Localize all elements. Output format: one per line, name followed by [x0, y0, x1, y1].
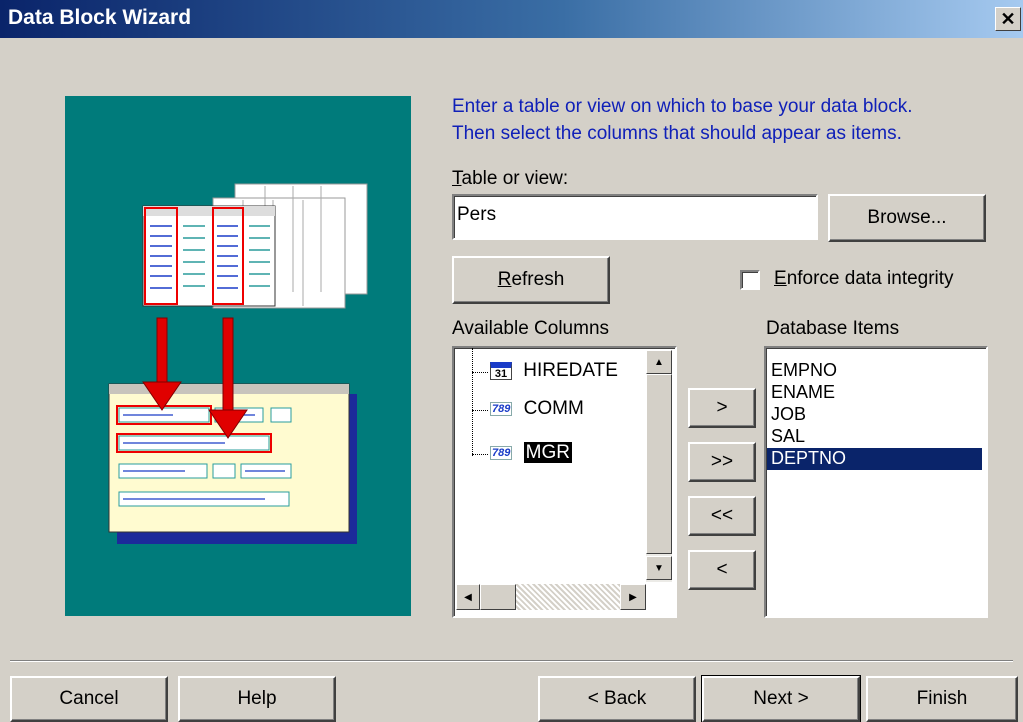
arrow-down-icon: ▼ [654, 562, 664, 574]
add-all-columns-button[interactable]: >> [688, 442, 756, 482]
tree-item-label: HIREDATE [523, 360, 618, 381]
instruction-line-1: Enter a table or view on which to base y… [452, 96, 913, 117]
horizontal-scroll-thumb[interactable] [480, 584, 516, 610]
window-title: Data Block Wizard [8, 6, 192, 29]
tree-connector [472, 372, 488, 373]
available-columns-tree[interactable]: 31 HIREDATE 789 COMM 789 MGR ▲ ▼ ◀ ▶ [452, 346, 677, 618]
remove-all-columns-button[interactable]: << [688, 496, 756, 536]
cancel-button[interactable]: Cancel [10, 676, 168, 722]
list-item[interactable]: ENAME [771, 382, 835, 403]
table-or-view-value: Pers [457, 204, 497, 225]
close-icon: ✕ [1000, 9, 1016, 29]
scroll-right-button[interactable]: ▶ [620, 584, 646, 610]
tree-item-comm[interactable]: 789 COMM [490, 398, 584, 420]
vertical-scroll-thumb[interactable] [646, 374, 672, 554]
tree-connector [472, 454, 488, 455]
enforce-integrity-checkbox[interactable] [740, 270, 760, 290]
finish-button[interactable]: Finish [866, 676, 1018, 722]
refresh-button[interactable]: Refresh [452, 256, 610, 304]
tree-item-mgr[interactable]: 789 MGR [490, 442, 572, 464]
scroll-left-button[interactable]: ◀ [456, 584, 480, 610]
add-column-button[interactable]: > [688, 388, 756, 428]
tree-connector [472, 348, 474, 456]
tree-item-label-selected: MGR [523, 442, 572, 463]
scroll-down-button[interactable]: ▼ [646, 556, 672, 580]
arrow-up-icon: ▲ [654, 356, 664, 368]
data-block-illustration [108, 183, 368, 544]
list-item[interactable]: SAL [771, 426, 805, 447]
list-item[interactable]: JOB [771, 404, 806, 425]
table-or-view-input[interactable]: Pers [452, 194, 818, 240]
list-item[interactable]: EMPNO [771, 360, 837, 381]
tree-connector [472, 410, 488, 411]
table-or-view-label: Table or view: [452, 168, 569, 189]
list-item-selected[interactable]: DEPTNO [767, 448, 982, 470]
database-items-heading: Database Items [766, 318, 900, 339]
tree-item-label: COMM [523, 398, 584, 419]
enforce-integrity-label[interactable]: Enforce data integrity [774, 268, 954, 290]
table-sheets-graphic [142, 183, 368, 309]
arrow-right-icon: ▶ [629, 591, 637, 603]
database-items-list[interactable]: EMPNO ENAME JOB SAL DEPTNO [764, 346, 988, 618]
help-button[interactable]: Help [178, 676, 336, 722]
calendar-icon: 31 [490, 361, 512, 380]
footer-separator-highlight [10, 661, 1013, 662]
scroll-up-button[interactable]: ▲ [646, 350, 672, 374]
close-button[interactable]: ✕ [995, 7, 1021, 31]
next-button[interactable]: Next > [701, 675, 861, 722]
arrow-left-icon: ◀ [464, 591, 472, 603]
remove-column-button[interactable]: < [688, 550, 756, 590]
title-bar: Data Block Wizard ✕ [0, 0, 1023, 38]
number-icon: 789 [490, 401, 513, 416]
browse-button[interactable]: Browse... [828, 194, 986, 242]
instruction-line-2: Then select the columns that should appe… [452, 123, 902, 144]
wizard-illustration [65, 96, 411, 616]
tree-item-hiredate[interactable]: 31 HIREDATE [490, 360, 618, 382]
back-button[interactable]: < Back [538, 676, 696, 722]
available-columns-heading: Available Columns [452, 318, 610, 339]
number-icon: 789 [490, 445, 513, 460]
